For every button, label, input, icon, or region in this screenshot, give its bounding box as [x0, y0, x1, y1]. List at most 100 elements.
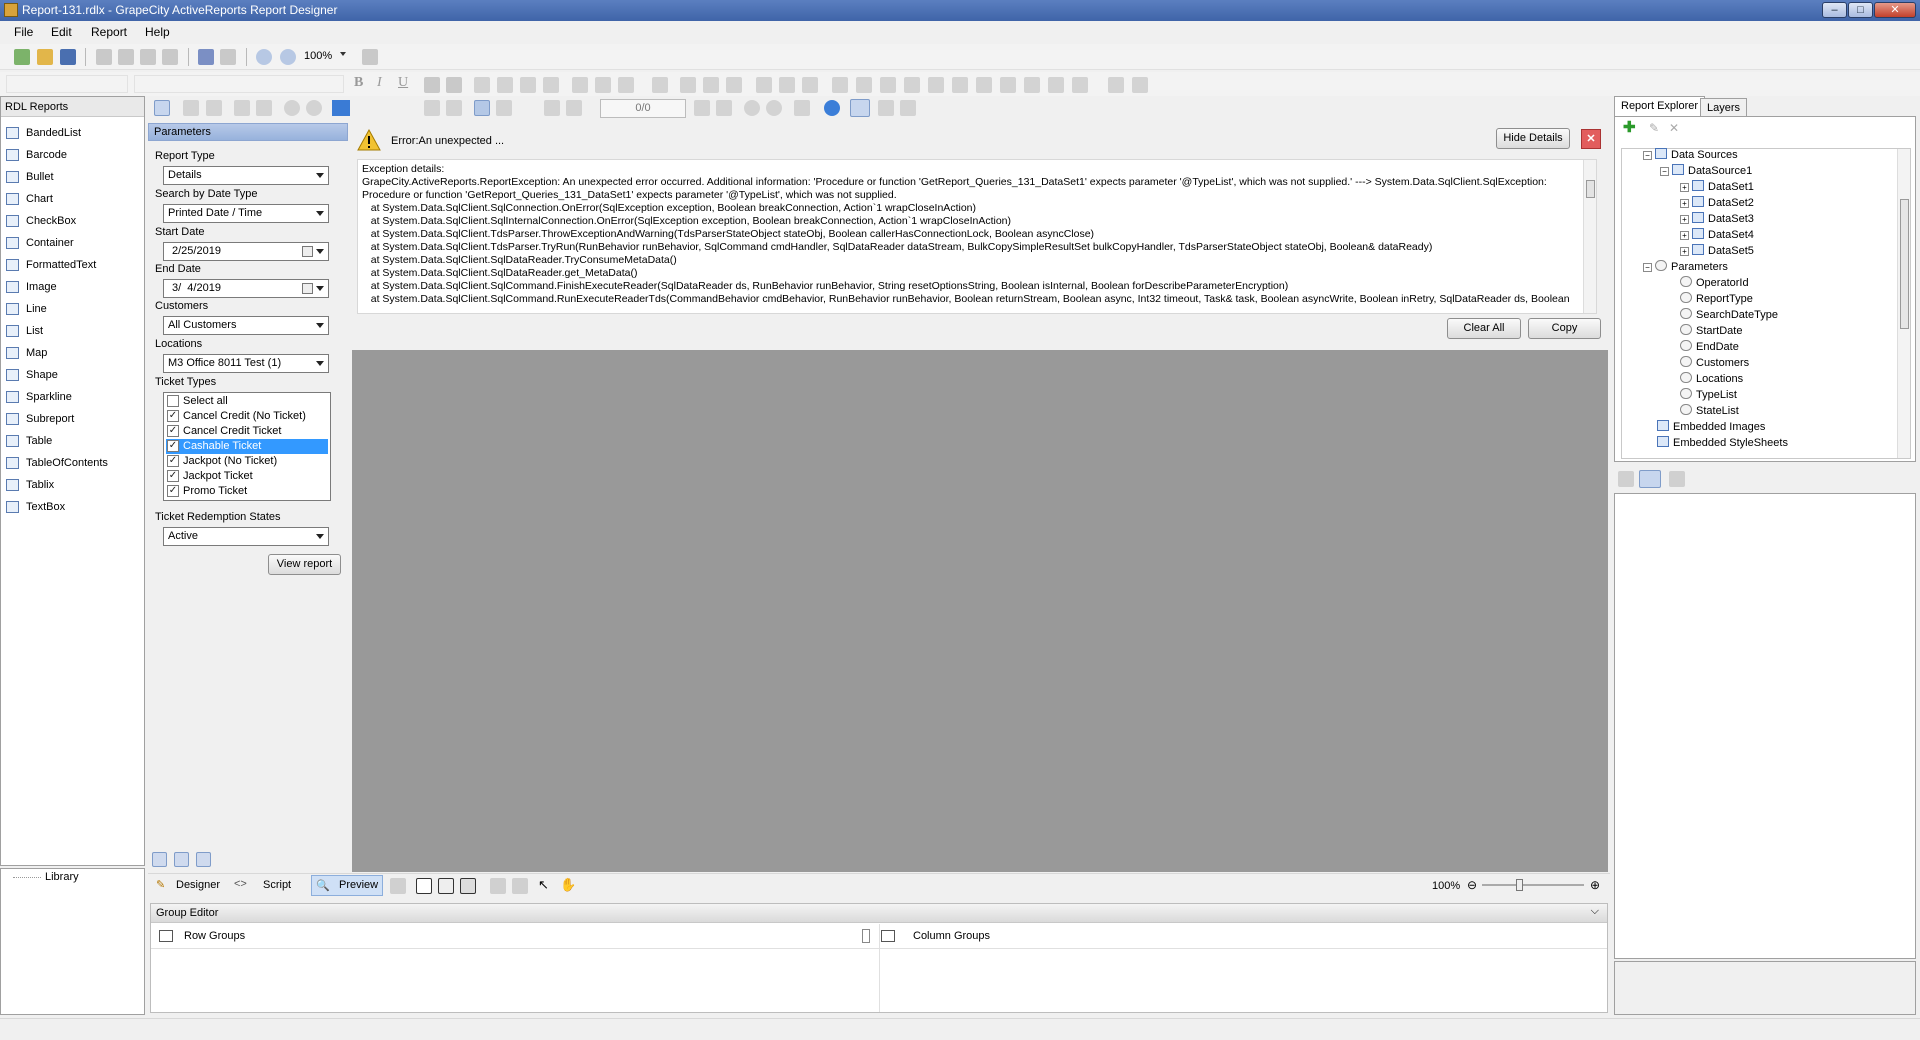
remove-v-spacing-icon[interactable]: [1072, 77, 1088, 93]
end-date-picker[interactable]: 3/ 4/2019: [163, 279, 329, 298]
parent-report-icon[interactable]: [794, 100, 810, 116]
checkbox[interactable]: ✓: [167, 470, 179, 482]
decrease-h-spacing-icon[interactable]: [952, 77, 968, 93]
increase-v-spacing-icon[interactable]: [1024, 77, 1040, 93]
zoom-dropdown-icon[interactable]: [340, 52, 346, 56]
redo-icon[interactable]: [220, 49, 236, 65]
minimize-button[interactable]: –: [1822, 2, 1847, 18]
categorized-icon[interactable]: [1618, 471, 1634, 487]
font-dropdown[interactable]: [134, 75, 344, 93]
checkbox[interactable]: ✓: [167, 485, 179, 497]
new-report-icon[interactable]: [14, 49, 30, 65]
tree-parameter-item[interactable]: Customers: [1680, 356, 1749, 371]
tree-parameter-item[interactable]: OperatorId: [1680, 276, 1749, 291]
snapshot-icon[interactable]: [900, 100, 916, 116]
copy-icon[interactable]: [118, 49, 134, 65]
tree-parameter-item[interactable]: SearchDateType: [1680, 308, 1778, 323]
align-tops-icon[interactable]: [756, 77, 772, 93]
zoom-minus-icon[interactable]: ⊖: [1467, 878, 1477, 892]
report-layout-icon[interactable]: [390, 878, 406, 894]
table-grid-icon[interactable]: [460, 878, 476, 894]
forward-icon[interactable]: [766, 100, 782, 116]
tab-script[interactable]: Script: [263, 879, 291, 891]
align-lefts-icon[interactable]: [680, 77, 696, 93]
zoom-in-icon[interactable]: [280, 49, 296, 65]
vertical-spacing-icon[interactable]: [1000, 77, 1016, 93]
ticket-type-option[interactable]: ✓ Cancel Credit Ticket: [166, 424, 328, 439]
zoom-plus-icon[interactable]: ⊕: [1590, 878, 1600, 892]
pointer-icon[interactable]: ↖: [538, 877, 549, 893]
delete-item-icon[interactable]: ✕: [1669, 121, 1679, 135]
toolbox-item-map[interactable]: Map: [4, 344, 47, 362]
tree-dataset[interactable]: + DataSet5: [1680, 244, 1754, 259]
align-centers-icon[interactable]: [703, 77, 719, 93]
hand-icon[interactable]: ✋: [560, 877, 576, 893]
checkbox[interactable]: [167, 395, 179, 407]
bring-to-front-icon[interactable]: [1108, 77, 1124, 93]
property-pages-icon[interactable]: [1669, 471, 1685, 487]
alphabetical-icon[interactable]: [1639, 470, 1661, 488]
toolbox-item-subreport[interactable]: Subreport: [4, 410, 74, 428]
edit-icon[interactable]: ✎: [1649, 121, 1659, 135]
toolbox-item-textbox[interactable]: TextBox: [4, 498, 65, 516]
search-by-select[interactable]: Printed Date / Time: [163, 204, 329, 223]
close-window-button[interactable]: ✕: [1874, 2, 1916, 18]
toolbox-item-tablix[interactable]: Tablix: [4, 476, 54, 494]
open-icon[interactable]: [37, 49, 53, 65]
toolbox-item-formattedtext[interactable]: FormattedText: [4, 256, 96, 274]
print-icon[interactable]: [183, 100, 199, 116]
tab-preview[interactable]: 🔍 Preview: [311, 875, 383, 896]
tree-dataset[interactable]: + DataSet2: [1680, 196, 1754, 211]
same-size-icon[interactable]: [880, 77, 896, 93]
align-rights-icon[interactable]: [726, 77, 742, 93]
toolbox-item-sparkline[interactable]: Sparkline: [4, 388, 72, 406]
align-bottoms-icon[interactable]: [802, 77, 818, 93]
toolbox-item-tableofcontents[interactable]: TableOfContents: [4, 454, 108, 472]
checkbox[interactable]: ✓: [167, 455, 179, 467]
checkbox[interactable]: ✓: [167, 425, 179, 437]
expand-icon[interactable]: +: [1680, 231, 1689, 240]
page-icon[interactable]: [416, 878, 432, 894]
toolbox-item-checkbox[interactable]: CheckBox: [4, 212, 76, 230]
align-center-icon[interactable]: [497, 77, 513, 93]
tree-parameter-item[interactable]: StartDate: [1680, 324, 1742, 339]
style-dropdown[interactable]: [6, 75, 128, 93]
justify-icon[interactable]: [543, 77, 559, 93]
expand-icon[interactable]: +: [1680, 247, 1689, 256]
expand-icon[interactable]: +: [1680, 183, 1689, 192]
toolbox-item-shape[interactable]: Shape: [4, 366, 58, 384]
increase-h-spacing-icon[interactable]: [928, 77, 944, 93]
toolbox-item-bandedlist[interactable]: BandedList: [4, 124, 81, 142]
menu-file[interactable]: File: [14, 25, 33, 39]
font-color-icon[interactable]: [424, 77, 440, 93]
tree-embedded-images[interactable]: Embedded Images: [1657, 420, 1765, 435]
toolbox-item-line[interactable]: Line: [4, 300, 47, 318]
horizontal-spacing-icon[interactable]: [904, 77, 920, 93]
toolbox-item-chart[interactable]: Chart: [4, 190, 53, 208]
remove-h-spacing-icon[interactable]: [976, 77, 992, 93]
delete-icon[interactable]: [162, 49, 178, 65]
tree-parameter-item[interactable]: ReportType: [1680, 292, 1753, 307]
bullets-icon[interactable]: [572, 77, 588, 93]
tree-parameter-item[interactable]: TypeList: [1680, 388, 1737, 403]
undo-icon[interactable]: [198, 49, 214, 65]
continuous-icon[interactable]: [474, 100, 490, 116]
tab-report-explorer[interactable]: Report Explorer: [1614, 96, 1706, 116]
paste-icon[interactable]: [140, 49, 156, 65]
toggle-sidebar-icon[interactable]: [154, 100, 170, 116]
italic-icon[interactable]: I: [377, 75, 382, 91]
multi-page-icon[interactable]: [446, 100, 462, 116]
tab-layers[interactable]: Layers: [1700, 98, 1748, 116]
collapse-icon[interactable]: −: [1660, 167, 1669, 176]
redemption-select[interactable]: Active: [163, 527, 329, 546]
page-counter[interactable]: 0/0: [600, 99, 686, 118]
ticket-type-option[interactable]: ✓ Promo Ticket: [166, 484, 328, 499]
toolbox-item-bullet[interactable]: Bullet: [4, 168, 54, 186]
indent-icon[interactable]: [618, 77, 634, 93]
explorer-scrollbar[interactable]: [1897, 149, 1910, 458]
toolbox-item-table[interactable]: Table: [4, 432, 52, 450]
tree-datasource1[interactable]: − DataSource1: [1660, 164, 1752, 179]
library-item[interactable]: Library: [45, 871, 79, 883]
find-icon[interactable]: [256, 100, 272, 116]
toolbox-item-container[interactable]: Container: [4, 234, 74, 252]
